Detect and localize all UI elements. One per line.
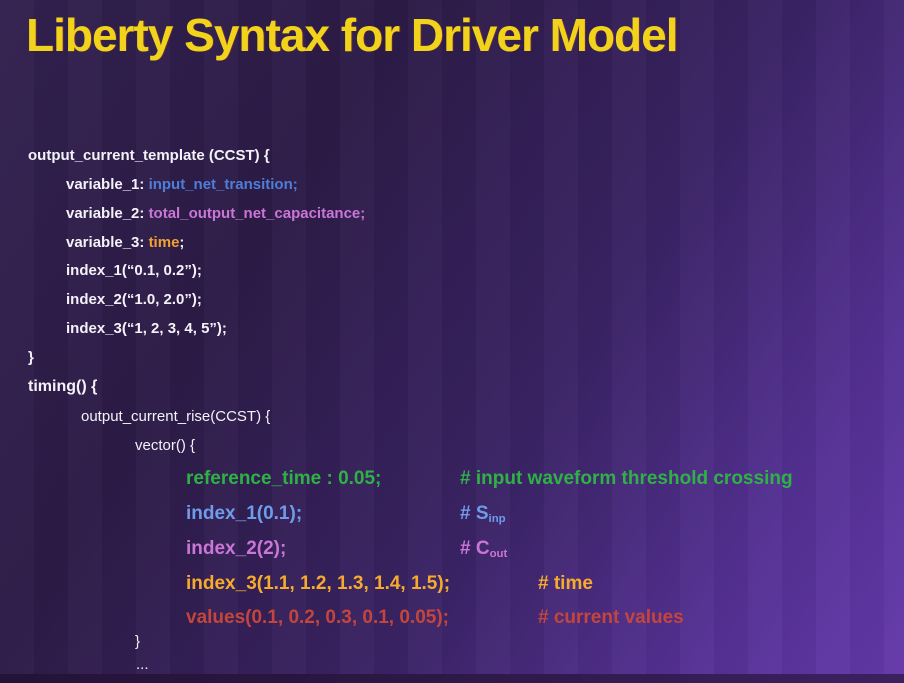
line-output-current-rise-open: output_current_rise(CCST) { xyxy=(81,408,270,425)
code-segment: timing() { xyxy=(28,378,97,395)
code-segment: time xyxy=(149,234,180,251)
line-timing-open: timing() { xyxy=(28,378,97,396)
code-segment: ; xyxy=(179,234,184,251)
line-vector-close: } xyxy=(135,633,140,650)
code-segment: variable_3: xyxy=(66,234,149,251)
line-template-open: output_current_template (CCST) { xyxy=(28,147,270,164)
code-segment: variable_2: xyxy=(66,205,149,222)
code-segment: } xyxy=(28,349,34,366)
code-segment: vector() { xyxy=(135,437,195,454)
line-index-1: index_1(“0.1, 0.2”); xyxy=(66,262,202,279)
code-segment: # input waveform threshold crossing xyxy=(460,468,793,489)
code-segment: index_3(1.1, 1.2, 1.3, 1.4, 1.5); xyxy=(186,573,538,595)
code-segment: # current values xyxy=(538,607,684,628)
line-vector-index-1: index_1(0.1);# Sinp xyxy=(186,503,506,525)
line-variable-3: variable_3: time; xyxy=(66,234,184,251)
code-segment: index_3(“1, 2, 3, 4, 5”); xyxy=(66,320,227,337)
line-variable-2: variable_2: total_output_net_capacitance… xyxy=(66,205,365,222)
line-reference-time: reference_time : 0.05;# input waveform t… xyxy=(186,468,793,490)
code-segment: output_current_template (CCST) { xyxy=(28,147,270,164)
code-segment: # C xyxy=(460,538,490,559)
line-vector-values: values(0.1, 0.2, 0.3, 0.1, 0.05);# curre… xyxy=(186,607,684,629)
code-segment: output_current_rise(CCST) { xyxy=(81,408,270,425)
code-segment: total_output_net_capacitance; xyxy=(149,205,366,222)
code-segment: # time xyxy=(538,573,593,594)
code-segment: values(0.1, 0.2, 0.3, 0.1, 0.05); xyxy=(186,607,538,629)
line-vector-index-2: index_2(2);# Cout xyxy=(186,538,507,560)
code-segment: out xyxy=(490,548,508,560)
code-segment: inp xyxy=(489,513,506,525)
line-template-close: } xyxy=(28,349,34,366)
code-segment: # S xyxy=(460,503,489,524)
code-segment: index_1(0.1); xyxy=(186,503,460,525)
code-segment: index_2(“1.0, 2.0”); xyxy=(66,291,202,308)
code-block: output_current_template (CCST) { variable… xyxy=(0,0,904,683)
code-segment: index_2(2); xyxy=(186,538,460,560)
code-segment: input_net_transition; xyxy=(149,176,298,193)
line-variable-1: variable_1: input_net_transition; xyxy=(66,176,298,193)
slide-background: Liberty Syntax for Driver Model output_c… xyxy=(0,0,904,683)
code-segment: variable_1: xyxy=(66,176,149,193)
line-vector-open: vector() { xyxy=(135,437,195,454)
line-ellipsis: ... xyxy=(136,656,149,673)
line-index-2: index_2(“1.0, 2.0”); xyxy=(66,291,202,308)
code-segment: } xyxy=(135,633,140,650)
line-index-3: index_3(“1, 2, 3, 4, 5”); xyxy=(66,320,227,337)
code-segment: ... xyxy=(136,656,149,673)
line-vector-index-3: index_3(1.1, 1.2, 1.3, 1.4, 1.5);# time xyxy=(186,573,593,595)
bottom-edge-bar xyxy=(0,674,904,683)
code-segment: reference_time : 0.05; xyxy=(186,468,460,490)
code-segment: index_1(“0.1, 0.2”); xyxy=(66,262,202,279)
